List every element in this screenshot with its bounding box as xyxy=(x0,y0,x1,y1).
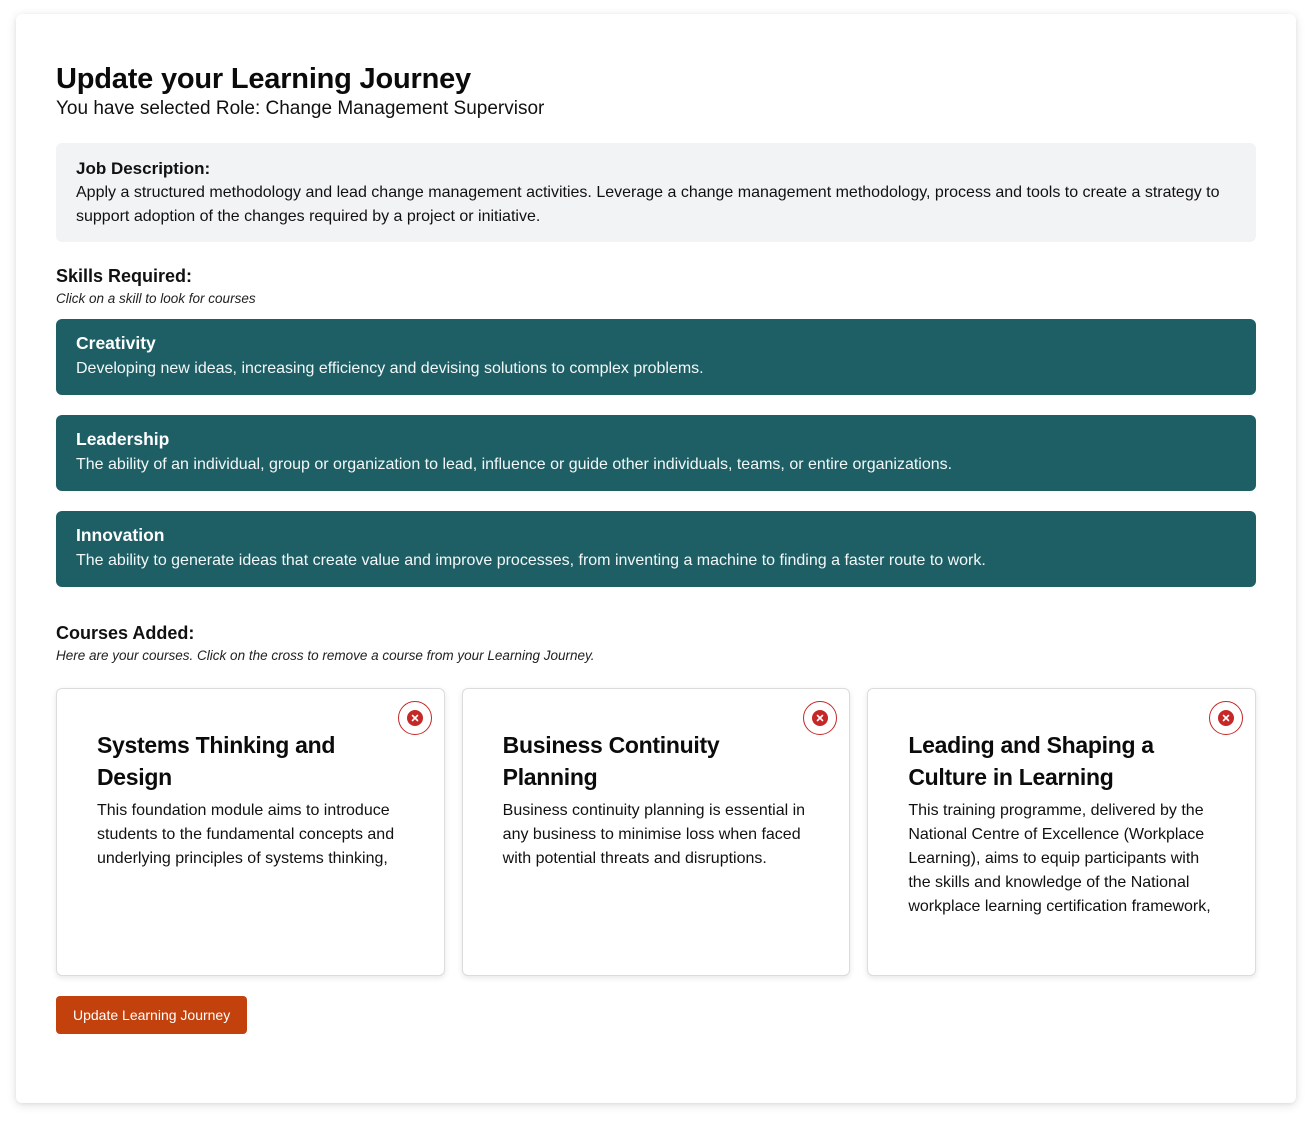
courses-section-header: Courses Added: Here are your courses. Cl… xyxy=(56,621,1256,666)
courses-hint: Here are your courses. Click on the cros… xyxy=(56,648,595,663)
skill-description: The ability of an individual, group or o… xyxy=(76,456,953,473)
skill-name: Leadership xyxy=(76,429,170,449)
skill-description: Developing new ideas, increasing efficie… xyxy=(76,360,704,377)
job-description-text: Apply a structured methodology and lead … xyxy=(76,184,1220,225)
course-description: This training programme, delivered by th… xyxy=(908,802,1211,915)
courses-heading: Courses Added: xyxy=(56,623,195,643)
close-circle-icon xyxy=(406,710,423,726)
remove-course-button[interactable] xyxy=(1209,701,1244,735)
skill-card-innovation[interactable]: Innovation The ability to generate ideas… xyxy=(56,511,1256,587)
course-card: Systems Thinking and Design This foundat… xyxy=(56,688,445,976)
course-title: Business Continuity Planning xyxy=(502,732,720,790)
course-card: Business Continuity Planning Business co… xyxy=(461,688,851,976)
skill-card-creativity[interactable]: Creativity Developing new ideas, increas… xyxy=(56,319,1256,395)
skills-list: Creativity Developing new ideas, increas… xyxy=(56,319,1256,587)
learning-journey-panel: Update your Learning Journey You have se… xyxy=(16,14,1296,1103)
skill-description: The ability to generate ideas that creat… xyxy=(76,552,986,569)
courses-list: Systems Thinking and Design This foundat… xyxy=(56,688,1257,976)
course-title: Leading and Shaping a Culture in Learnin… xyxy=(908,732,1154,790)
remove-course-button[interactable] xyxy=(397,701,432,735)
selected-role: You have selected Role: Change Managemen… xyxy=(56,98,545,119)
close-circle-icon xyxy=(1218,710,1235,726)
job-description-heading: Job Description: xyxy=(76,159,211,178)
skills-section-header: Skills Required: Click on a skill to loo… xyxy=(56,264,1256,309)
skills-heading: Skills Required: xyxy=(56,266,193,286)
course-description: Business continuity planning is essentia… xyxy=(502,802,806,867)
skills-hint: Click on a skill to look for courses xyxy=(56,291,256,306)
close-circle-icon xyxy=(812,710,829,726)
skill-name: Creativity xyxy=(76,333,156,353)
page-title: Update your Learning Journey xyxy=(56,63,471,95)
remove-course-button[interactable] xyxy=(803,701,838,735)
update-learning-journey-button[interactable]: Update Learning Journey xyxy=(56,996,248,1034)
skill-card-leadership[interactable]: Leadership The ability of an individual,… xyxy=(56,415,1256,491)
course-card: Leading and Shaping a Culture in Learnin… xyxy=(867,688,1257,976)
course-description: This foundation module aims to introduce… xyxy=(97,802,395,867)
skill-name: Innovation xyxy=(76,525,165,545)
course-title: Systems Thinking and Design xyxy=(97,732,336,790)
job-description-box: Job Description: Apply a structured meth… xyxy=(56,143,1256,242)
